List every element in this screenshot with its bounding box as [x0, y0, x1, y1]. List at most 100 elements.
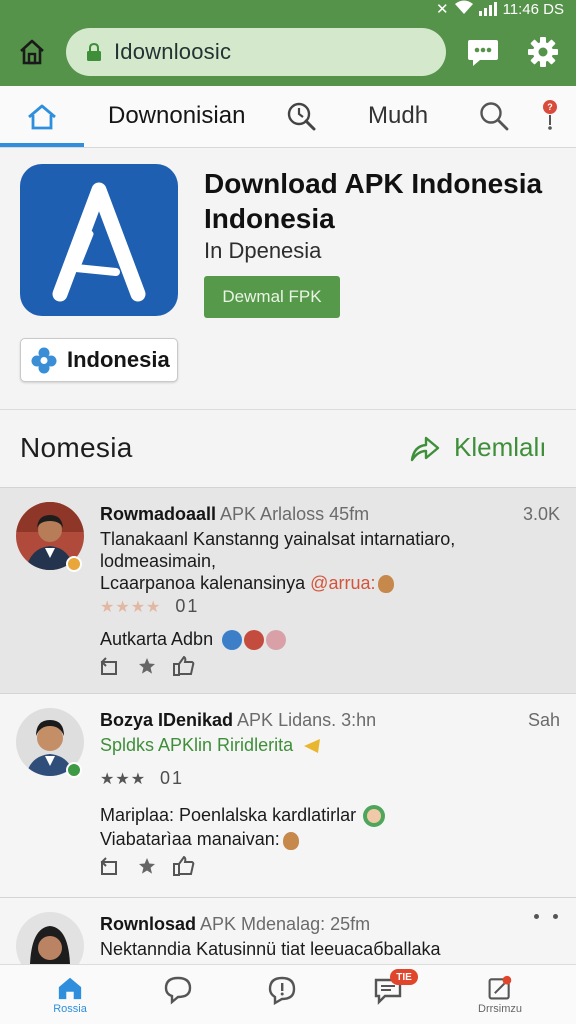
flower-icon: [31, 347, 57, 374]
post-actions: [100, 856, 196, 876]
status-time: 11:46 DS: [502, 0, 564, 18]
chat-emoji-icon: [363, 805, 386, 828]
nav-home[interactable]: Rossia: [48, 975, 92, 1015]
post-text-line: Lcaarpanoa kalenansinya @arrua:: [100, 572, 470, 594]
status-bar: ✕ 11:46 DS: [436, 0, 564, 18]
svg-text:?: ?: [547, 102, 553, 112]
home-button[interactable]: [14, 34, 50, 70]
star-icon[interactable]: [138, 857, 156, 875]
post-header: Bozya IDenikad APK Lidans. 3:hn: [100, 710, 376, 731]
screen: ✕ 11:46 DS Idownloosic Downonisian Mudh …: [0, 0, 576, 1024]
search-icon: [480, 102, 509, 131]
nav-edit-label: Drrsimzu: [478, 1003, 522, 1015]
home-icon: [20, 39, 44, 65]
post-author[interactable]: Rownlosad: [100, 914, 196, 934]
emoji-icon: [282, 831, 299, 850]
url-bar[interactable]: Idownloosic: [66, 28, 446, 76]
emoji-icon: [378, 575, 395, 594]
lock-icon: [87, 42, 101, 61]
download-button[interactable]: Dewmal FPK: [204, 276, 340, 318]
nav-messages[interactable]: [156, 975, 200, 1015]
nav-comments[interactable]: [260, 975, 304, 1015]
home-icon: [28, 104, 56, 130]
post-text-line: Tlanakaanl Kanstanng yainalsat intarnati…: [100, 529, 456, 549]
app-hero: Download APK Indonesia Indonesia In Dpen…: [0, 148, 576, 410]
post-header: Rowmadoaall APK Arlaloss 45fm: [100, 504, 369, 525]
bottom-navigation: Rossia TIE Drrsimzu: [0, 964, 576, 1024]
mention-link[interactable]: @arrua:: [310, 573, 375, 593]
tab-mudh[interactable]: Mudh: [368, 102, 428, 130]
edit-profile-icon: [488, 975, 512, 1000]
section-action-label: Klemlalı: [454, 432, 547, 462]
star-icon[interactable]: [138, 657, 156, 675]
post-header: Rownlosad APK Mdenalag: 25fm: [100, 914, 370, 935]
post-author[interactable]: Bozya IDenikad: [100, 710, 233, 730]
comment-alert-icon: [268, 976, 296, 1005]
post-actions: [100, 656, 196, 676]
post-author[interactable]: Rowmadoaall: [100, 504, 216, 524]
post-count: 3.0K: [522, 504, 560, 524]
post-text-line: Mariplaa: Poenlalska kardlatirlar: [100, 804, 470, 828]
post-rating: ★★★ 01: [100, 768, 184, 789]
post-text-line: Viabatarìaa manaivan:: [100, 828, 470, 850]
search-button[interactable]: [478, 100, 510, 132]
wifi-icon: [454, 0, 473, 18]
post-footer-text: Autkarta Adbn: [100, 629, 214, 649]
country-chip[interactable]: Indonesia: [20, 338, 178, 382]
post-rating: ★★★★ 01: [100, 596, 199, 617]
tab-home[interactable]: [0, 86, 84, 148]
avatar[interactable]: [16, 912, 84, 967]
post-footer: Autkarta Adbn: [100, 628, 470, 651]
like-icon[interactable]: [172, 656, 196, 676]
post-body: Nektanndia Katusinnü tiat leeuacaбballak…: [100, 938, 560, 960]
country-chip-label: Indonesia: [67, 347, 170, 372]
settings-button[interactable]: [526, 35, 560, 69]
notification-badge: TIE: [390, 969, 418, 985]
nav-edit[interactable]: Drrsimzu: [478, 975, 522, 1015]
post-text-line: Nektanndia Katusinnü tiat leeuacaбballak…: [100, 939, 441, 959]
home-icon: [58, 977, 82, 1000]
alert-pin-icon: ?: [543, 100, 557, 130]
more-options-icon[interactable]: [534, 914, 558, 919]
post-text-line: lodmeasimain,: [100, 551, 217, 571]
chat-bubble-icon: [468, 40, 498, 66]
megaphone-icon: [304, 739, 321, 754]
active-tab-indicator: [0, 143, 84, 147]
reply-icon[interactable]: [100, 856, 122, 876]
notification-button[interactable]: ?: [538, 98, 562, 132]
share-arrow-icon: [410, 436, 440, 461]
stars-icon: ★★★: [100, 770, 147, 788]
rating-count: 01: [160, 768, 185, 788]
url-text: Idownloosic: [114, 39, 232, 64]
post-meta: APK Lidans. 3:hn: [237, 710, 377, 730]
rating-count: 01: [175, 596, 200, 616]
stars-icon: ★★★★: [100, 598, 162, 616]
chat-button[interactable]: [466, 36, 500, 68]
like-icon[interactable]: [172, 856, 196, 876]
post-highlight[interactable]: Spldks APKlin Riridlerita: [100, 734, 470, 756]
post-card[interactable]: Rownlosad APK Mdenalag: 25fm Nektanndia K…: [0, 898, 576, 968]
app-subtitle: In Dpenesia: [204, 238, 322, 263]
post-card[interactable]: Bozya IDenikad APK Lidans. 3:hn Sah Spldk…: [0, 694, 576, 898]
gear-icon: [528, 37, 558, 67]
post-meta: APK Mdenalag: 25fm: [200, 914, 371, 934]
nav-home-label: Rossia: [53, 1003, 87, 1015]
app-logo-icon: [20, 164, 178, 316]
status-badge: [66, 762, 82, 778]
section-share-action[interactable]: Klemlalı: [408, 432, 546, 463]
history-button[interactable]: [285, 100, 317, 132]
history-search-icon: [287, 102, 316, 131]
section-title: Nomesia: [20, 432, 133, 463]
post-count: Sah: [527, 710, 560, 730]
nav-inbox[interactable]: TIE: [366, 969, 418, 1015]
post-body: Mariplaa: Poenlalska kardlatirlar Viabat…: [100, 804, 470, 850]
status-badge: [66, 556, 82, 572]
participant-avatars[interactable]: [222, 630, 287, 651]
speech-bubble-icon: [164, 976, 192, 1005]
post-meta: APK Arlaloss 45fm: [220, 504, 370, 524]
section-header: Nomesia Klemlalı: [0, 410, 576, 488]
signal-icon: [478, 2, 497, 16]
tab-downonisian[interactable]: Downonisian: [108, 102, 245, 130]
post-card[interactable]: Rowmadoaall APK Arlaloss 45fm 3.0K Tlanak…: [0, 488, 576, 694]
reply-icon[interactable]: [100, 656, 122, 676]
